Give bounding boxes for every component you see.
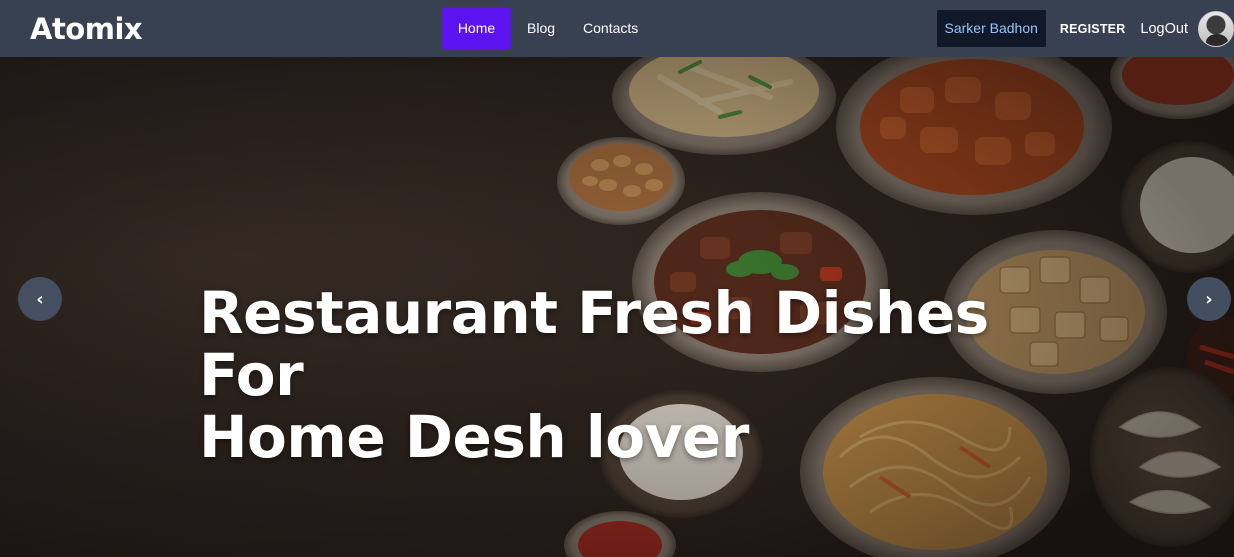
user-name-badge[interactable]: Sarker Badhon [936,10,1046,47]
hero-carousel: Restaurant Fresh Dishes For Home Desh lo… [0,57,1234,557]
hero-headline: Restaurant Fresh Dishes For Home Desh lo… [199,282,1099,468]
navbar: Atomix Home Blog Contacts Sarker Badhon … [0,0,1234,57]
user-area: Sarker Badhon REGISTER LogOut [936,0,1234,57]
carousel-next-button[interactable]: › [1187,277,1231,321]
avatar[interactable] [1198,10,1234,47]
carousel-prev-button[interactable]: ‹ [18,277,62,321]
nav-link-home[interactable]: Home [442,7,511,50]
register-link[interactable]: REGISTER [1060,22,1126,36]
nav-link-blog[interactable]: Blog [513,7,569,50]
main-nav: Home Blog Contacts [442,7,652,50]
hero-headline-line2: Home Desh lover [199,403,749,471]
logout-link[interactable]: LogOut [1140,21,1188,37]
chevron-left-icon: ‹ [36,288,44,310]
hero-headline-line1: Restaurant Fresh Dishes For [199,279,989,409]
brand-logo[interactable]: Atomix [30,12,143,46]
chevron-right-icon: › [1205,288,1213,310]
nav-link-contacts[interactable]: Contacts [569,7,652,50]
